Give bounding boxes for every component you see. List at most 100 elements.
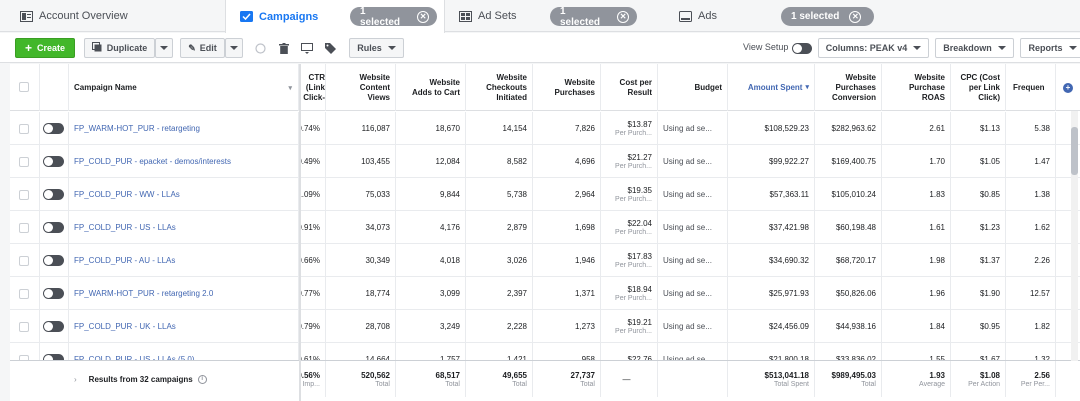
row-toggle-cell[interactable]	[40, 277, 69, 310]
summary-checkouts: 49,655 Total	[466, 361, 533, 397]
table-row[interactable]: FP_COLD_PUR - AU - LLAs0.66% 30,349 4,018 3…	[10, 244, 1080, 277]
table-row[interactable]: FP_COLD_PUR - WW - LLAs1.09% 75,033 9,844 5…	[10, 178, 1080, 211]
header-ctr[interactable]: CTR (Link Click-	[301, 64, 326, 111]
cell-budget[interactable]: Using ad se...	[658, 178, 728, 211]
select-all-checkbox[interactable]	[19, 82, 29, 92]
row-toggle-cell[interactable]	[40, 178, 69, 211]
table-row[interactable]: FP_WARM-HOT_PUR - retargeting 2.00.77% 18…	[10, 277, 1080, 310]
vertical-scrollbar[interactable]	[1071, 111, 1078, 361]
campaign-status-toggle[interactable]	[43, 255, 64, 266]
summary-ctr-sub: Imp...	[302, 380, 320, 388]
tab-adsets[interactable]: Ad Sets 1 selected ✕	[445, 0, 665, 32]
row-select-cell[interactable]	[10, 112, 40, 145]
clear-selection-icon[interactable]: ✕	[617, 10, 629, 23]
tab-ads[interactable]: Ads 1 selected ✕	[665, 0, 1080, 32]
header-cpc[interactable]: CPC (Cost per Link Click)	[951, 64, 1006, 111]
header-checkouts[interactable]: Website Checkouts Initiated	[466, 64, 533, 111]
cell-budget[interactable]: Using ad se...	[658, 310, 728, 343]
create-button[interactable]: + Create	[15, 38, 75, 58]
campaign-status-toggle[interactable]	[43, 321, 64, 332]
row-select-cell[interactable]	[10, 244, 40, 277]
frozen-column-divider[interactable]	[299, 64, 301, 401]
header-amount-spent[interactable]: Amount Spent ▾	[728, 64, 815, 111]
row-toggle-cell[interactable]	[40, 211, 69, 244]
row-select-cell[interactable]	[10, 145, 40, 178]
header-purchases[interactable]: Website Purchases	[533, 64, 601, 111]
row-checkbox[interactable]	[19, 124, 29, 134]
header-content-views[interactable]: Website Content Views	[326, 64, 396, 111]
row-checkbox[interactable]	[19, 289, 29, 299]
campaigns-selected-pill[interactable]: 1 selected ✕	[350, 6, 437, 28]
campaign-name-link[interactable]: FP_COLD_PUR - WW - LLAs	[69, 178, 299, 211]
preview-icon[interactable]	[299, 40, 315, 56]
campaign-name-link[interactable]: FP_COLD_PUR - UK - LLAs	[69, 310, 299, 343]
row-select-cell[interactable]	[10, 277, 40, 310]
cell-budget[interactable]: Using ad se...	[658, 211, 728, 244]
row-select-cell[interactable]	[10, 310, 40, 343]
row-checkbox[interactable]	[19, 322, 29, 332]
reports-button[interactable]: Reports	[1020, 38, 1080, 58]
ads-selected-pill[interactable]: 1 selected ✕	[781, 7, 874, 26]
cell-budget-value: Using ad se...	[663, 124, 712, 133]
row-checkbox[interactable]	[19, 190, 29, 200]
edit-dropdown[interactable]	[225, 38, 243, 58]
row-toggle-cell[interactable]	[40, 244, 69, 277]
scrollbar-thumb[interactable]	[1071, 127, 1078, 175]
campaign-name-link[interactable]: FP_COLD_PUR - AU - LLAs	[69, 244, 299, 277]
expand-summary-icon[interactable]: ›	[74, 375, 77, 384]
cell-budget[interactable]: Using ad se...	[658, 277, 728, 310]
header-conversion[interactable]: Website Purchases Conversion	[815, 64, 882, 111]
cell-budget[interactable]: Using ad se...	[658, 145, 728, 178]
row-toggle-cell[interactable]	[40, 310, 69, 343]
campaign-name-link[interactable]: FP_WARM-HOT_PUR - retargeting 2.0	[69, 277, 299, 310]
duplicate-button[interactable]: Duplicate	[84, 38, 155, 58]
clear-selection-icon[interactable]: ✕	[417, 10, 429, 23]
row-checkbox[interactable]	[19, 157, 29, 167]
header-budget[interactable]: Budget	[658, 64, 728, 111]
row-select-cell[interactable]	[10, 211, 40, 244]
breakdown-button[interactable]: Breakdown	[935, 38, 1014, 58]
cell-budget[interactable]: Using ad se...	[658, 244, 728, 277]
row-select-cell[interactable]	[10, 178, 40, 211]
campaign-status-toggle[interactable]	[43, 123, 64, 134]
header-roas[interactable]: Website Purchase ROAS	[882, 64, 951, 111]
campaign-name-link[interactable]: FP_WARM-HOT_PUR - retargeting	[69, 112, 299, 145]
select-all-cell[interactable]	[10, 64, 40, 111]
header-campaign-name[interactable]: Campaign Name ▾	[69, 64, 299, 111]
clear-selection-icon[interactable]: ✕	[849, 10, 862, 23]
trash-icon[interactable]	[276, 40, 292, 56]
table-row[interactable]: FP_COLD_PUR - US - LLAs0.91% 34,073 4,176 2…	[10, 211, 1080, 244]
table-row[interactable]: FP_COLD_PUR - epacket - demos/interests0…	[10, 145, 1080, 178]
campaign-name-link[interactable]: FP_COLD_PUR - epacket - demos/interests	[69, 145, 299, 178]
campaign-status-toggle[interactable]	[43, 156, 64, 167]
cell-budget[interactable]: Using ad se...	[658, 112, 728, 145]
campaign-status-toggle[interactable]	[43, 222, 64, 233]
row-toggle-cell[interactable]	[40, 112, 69, 145]
table-row[interactable]: FP_WARM-HOT_PUR - retargeting0.74% 116,08…	[10, 112, 1080, 145]
header-cost-per-result[interactable]: Cost per Result	[601, 64, 658, 111]
row-toggle-cell[interactable]	[40, 145, 69, 178]
tab-campaigns[interactable]: Campaigns 1 selected ✕	[225, 0, 445, 33]
circle-icon[interactable]	[252, 40, 268, 56]
tag-icon[interactable]	[322, 40, 338, 56]
rules-label: Rules	[357, 43, 382, 53]
campaign-status-toggle[interactable]	[43, 189, 64, 200]
row-checkbox[interactable]	[19, 223, 29, 233]
campaign-status-toggle[interactable]	[43, 288, 64, 299]
columns-button[interactable]: Columns: PEAK v4	[818, 38, 929, 58]
cell-ctr-value: 0.79%	[301, 322, 320, 331]
duplicate-dropdown[interactable]	[155, 38, 173, 58]
plus-circle-icon[interactable]: +	[1063, 82, 1073, 93]
table-row[interactable]: FP_COLD_PUR - UK - LLAs0.79% 28,708 3,249 2…	[10, 310, 1080, 343]
edit-button[interactable]: ✎ Edit	[180, 38, 225, 58]
header-adds-to-cart[interactable]: Website Adds to Cart	[396, 64, 466, 111]
campaign-name-link[interactable]: FP_COLD_PUR - US - LLAs	[69, 211, 299, 244]
tab-account-overview[interactable]: Account Overview	[0, 0, 225, 32]
header-frequency[interactable]: Frequen	[1006, 64, 1056, 111]
rules-button[interactable]: Rules	[349, 38, 404, 58]
info-icon[interactable]: i	[197, 374, 207, 384]
view-setup-toggle[interactable]	[792, 43, 812, 54]
adsets-selected-pill[interactable]: 1 selected ✕	[550, 6, 637, 28]
add-column-cell[interactable]: +	[1056, 64, 1080, 111]
row-checkbox[interactable]	[19, 256, 29, 266]
